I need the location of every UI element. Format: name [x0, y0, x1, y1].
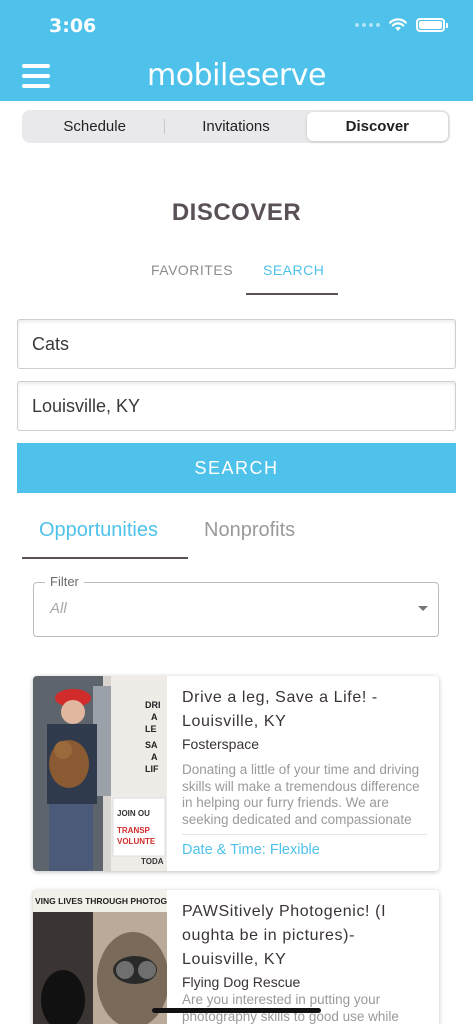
location-input[interactable]: Louisville, KY [17, 381, 456, 431]
image-text: LE [145, 724, 157, 734]
opportunity-card[interactable]: VING LIVES THROUGH PHOTOGRA PAWSitively … [33, 890, 439, 1024]
filter-value: All [50, 600, 67, 617]
status-icons [355, 18, 448, 32]
opportunity-image: DRI A LE SA A LIF JOIN OU TRANSP VOLUNTE… [33, 676, 167, 871]
image-text: TRANSP [117, 826, 151, 835]
segment-invitations[interactable]: Invitations [165, 112, 306, 141]
battery-icon [416, 18, 448, 32]
filter-select[interactable]: Filter All [33, 574, 439, 637]
opportunity-date: Date & Time: Flexible [182, 842, 320, 858]
opportunity-org: Fosterspace [182, 736, 260, 752]
wifi-icon [389, 18, 407, 31]
tab-favorites[interactable]: FAVORITES [151, 262, 233, 278]
image-text: SA [145, 740, 158, 750]
cellular-signal-icon [355, 23, 380, 27]
active-result-tab-indicator [22, 557, 188, 559]
search-button[interactable]: SEARCH [17, 443, 456, 493]
image-text: VING LIVES THROUGH PHOTOGRA [35, 896, 167, 906]
keyword-input[interactable]: Cats [17, 319, 456, 369]
opportunity-title: PAWSitively Photogenic! (I oughta be in … [182, 903, 387, 968]
opportunity-org: Flying Dog Rescue [182, 974, 301, 990]
card-divider [182, 834, 427, 835]
top-app-bar: 3:06 mobileserve [0, 0, 473, 101]
status-time: 3:06 [49, 15, 97, 37]
page-title: DISCOVER [171, 199, 302, 226]
opportunity-card-body: PAWSitively Photogenic! (I oughta be in … [182, 900, 427, 1024]
image-text: VOLUNTE [117, 837, 156, 846]
tab-search[interactable]: SEARCH [263, 262, 324, 278]
active-tab-indicator [246, 293, 338, 295]
tab-opportunities[interactable]: Opportunities [39, 519, 158, 542]
opportunity-image: VING LIVES THROUGH PHOTOGRA [33, 890, 167, 1024]
opportunity-description: Donating a little of your time and drivi… [182, 762, 420, 827]
discover-subtabs: FAVORITES SEARCH [135, 262, 345, 298]
filter-label: Filter [45, 574, 84, 589]
opportunity-title: Drive a leg, Save a Life! - Louisville, … [182, 689, 378, 730]
segment-schedule[interactable]: Schedule [24, 112, 166, 141]
app-logo: mobileserve [147, 58, 326, 93]
image-text: JOIN OU [117, 809, 150, 818]
image-text: A [151, 752, 158, 762]
image-text: LIF [145, 764, 159, 774]
home-indicator[interactable] [152, 1008, 321, 1013]
image-text: A [151, 712, 158, 722]
tab-nonprofits[interactable]: Nonprofits [204, 519, 295, 542]
opportunity-card-body: Drive a leg, Save a Life! - Louisville, … [182, 686, 427, 828]
dropdown-caret-icon [418, 606, 428, 611]
opportunity-card[interactable]: DRI A LE SA A LIF JOIN OU TRANSP VOLUNTE… [33, 676, 439, 871]
segment-discover[interactable]: Discover [306, 112, 448, 141]
image-text: DRI [145, 700, 161, 710]
image-text: TODA [141, 857, 164, 866]
result-type-tabs: Opportunities Nonprofits [22, 514, 342, 560]
main-segmented-control: Schedule Invitations Discover [22, 110, 450, 143]
